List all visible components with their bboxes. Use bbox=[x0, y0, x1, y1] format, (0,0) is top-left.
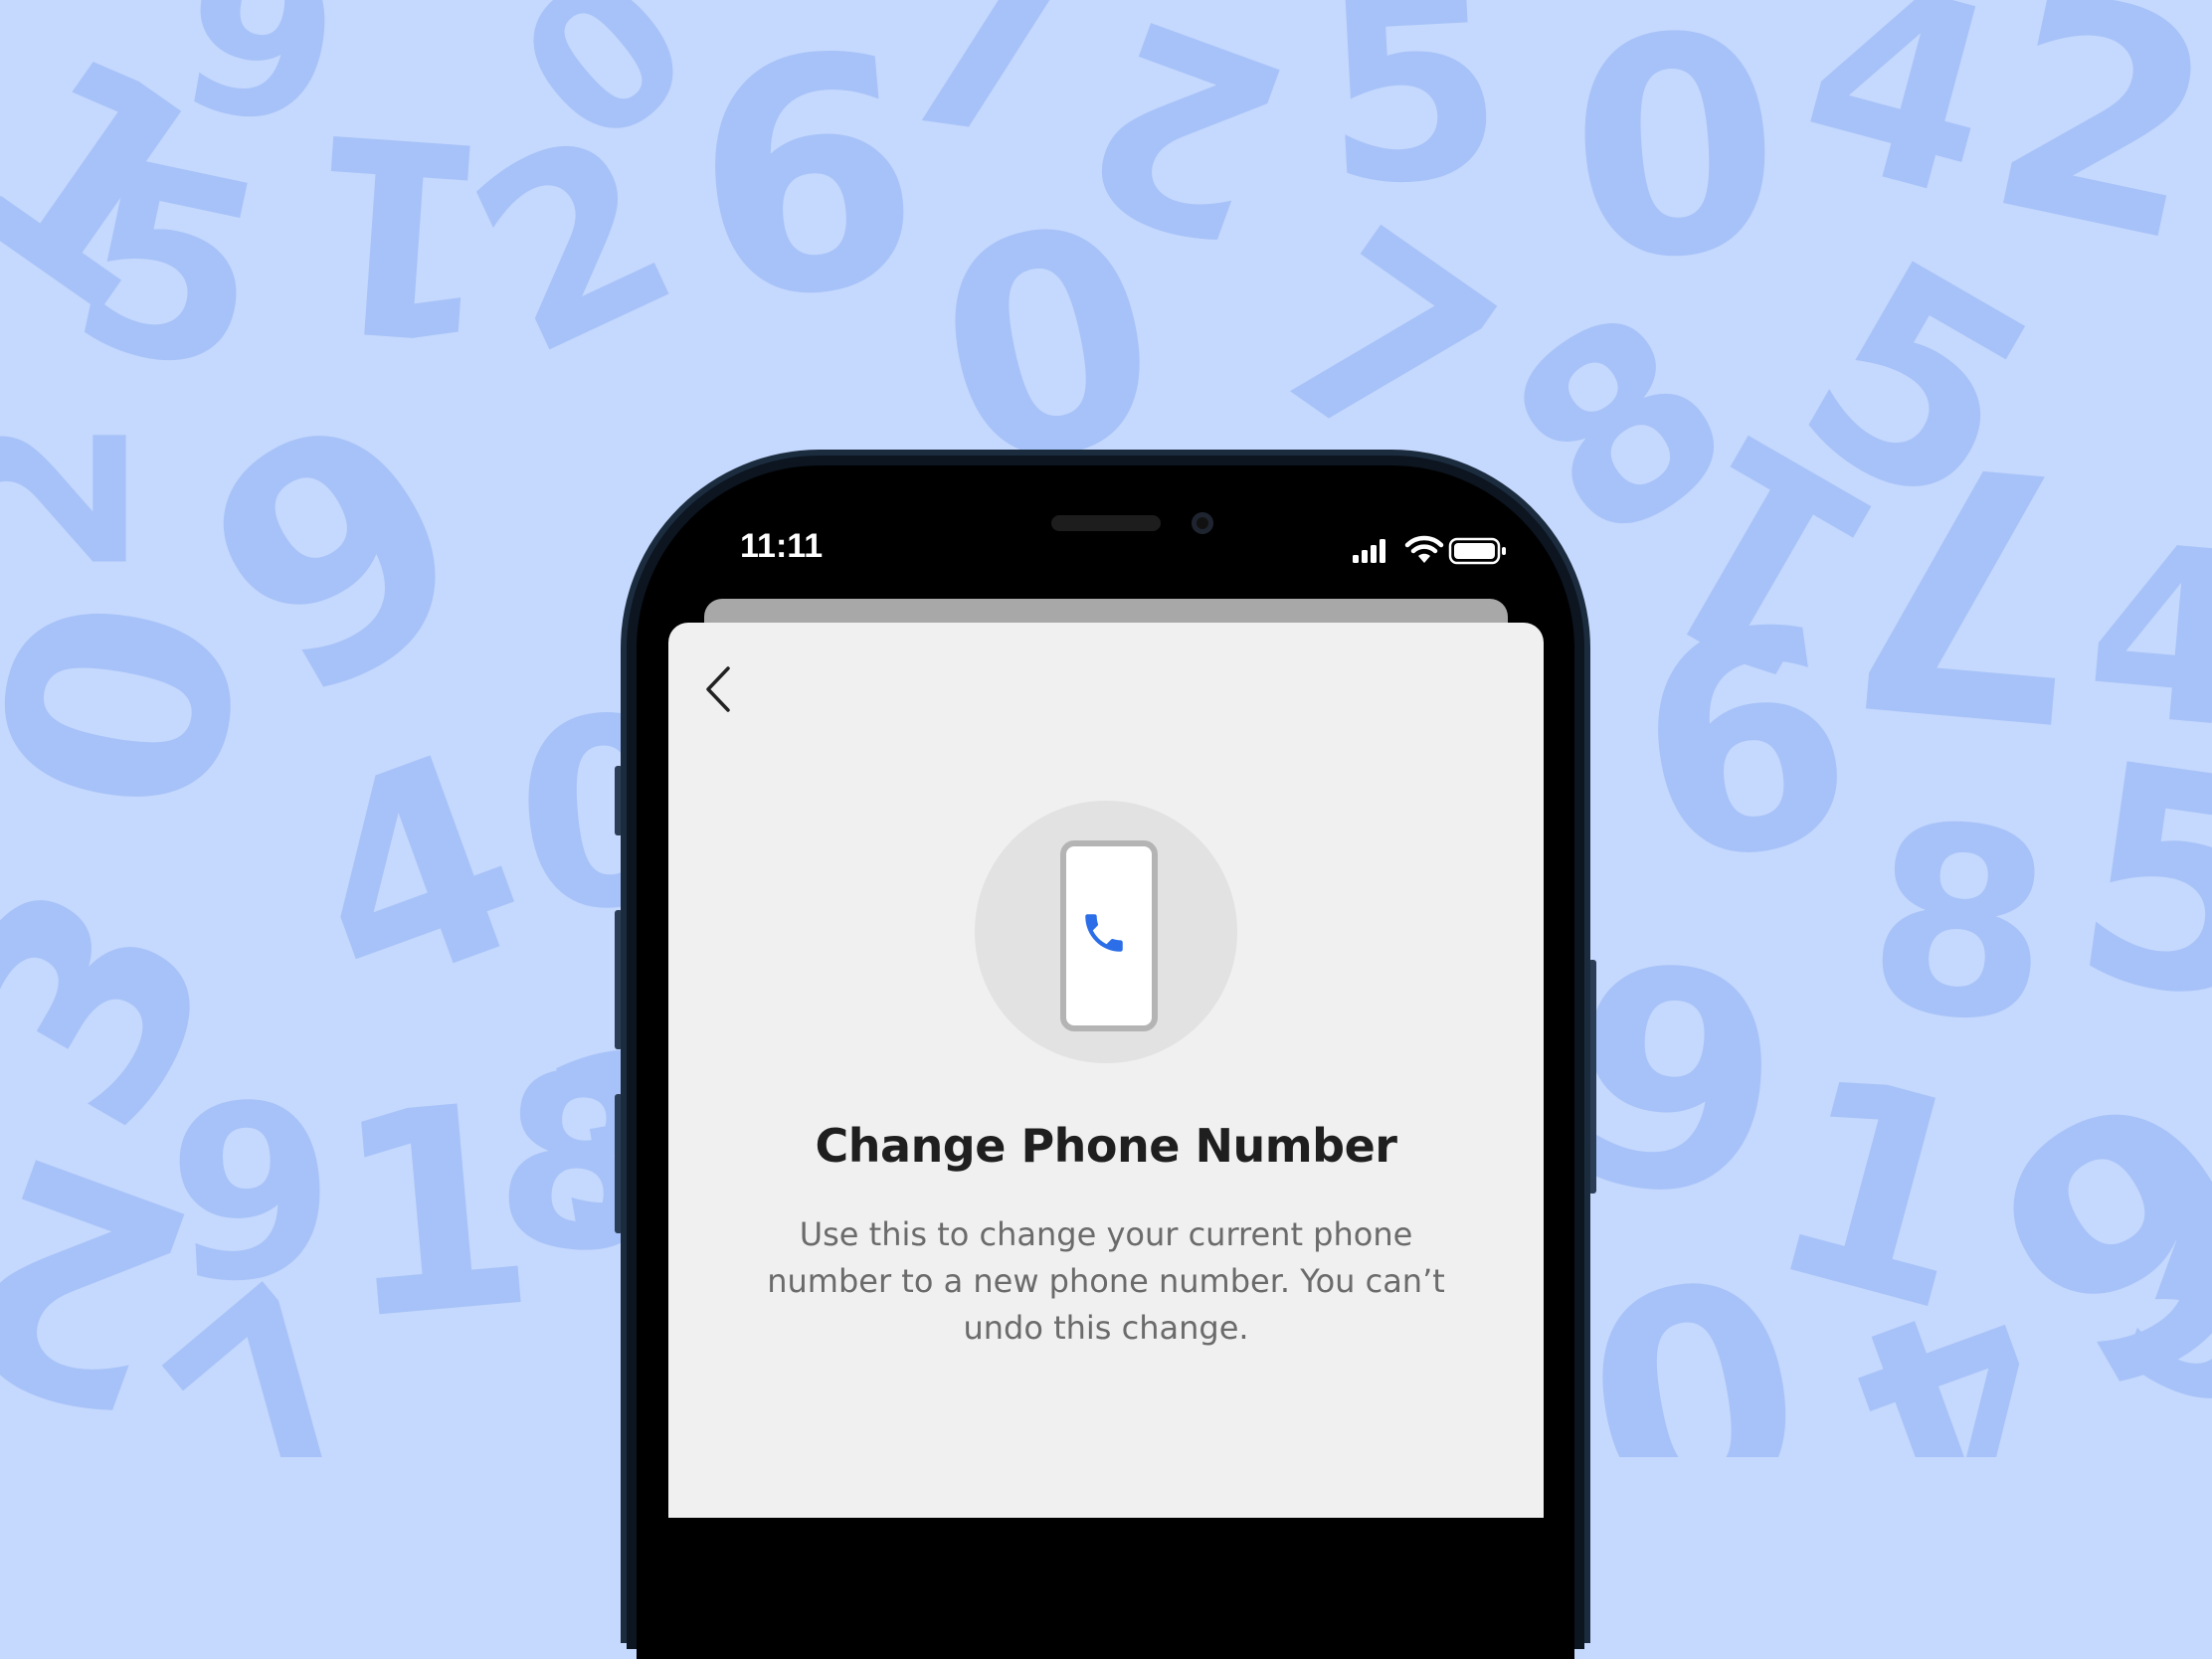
status-bar-icons bbox=[1349, 535, 1508, 567]
status-bar-time: 11:11 bbox=[740, 527, 824, 565]
back-button[interactable] bbox=[700, 662, 740, 716]
page-title: Change Phone Number bbox=[815, 1119, 1397, 1173]
bg-digit: 7 bbox=[874, 0, 1096, 202]
bg-digit: 4 bbox=[2077, 490, 2212, 783]
front-camera bbox=[1192, 512, 1213, 534]
description-line: number to a new phone number. You can’t bbox=[767, 1262, 1445, 1300]
bg-digit: 2 bbox=[1965, 0, 2212, 310]
page-description: Use this to change your current phone nu… bbox=[748, 1211, 1464, 1352]
bg-digit: 0 bbox=[1560, 0, 1791, 329]
cellular-signal-icon bbox=[1353, 539, 1385, 563]
chevron-left-icon bbox=[706, 666, 730, 712]
bg-digit: 2 bbox=[1047, 0, 1321, 301]
earpiece-speaker bbox=[1051, 515, 1161, 531]
bg-digit: 8 bbox=[1857, 767, 2063, 1083]
phone-call-icon bbox=[1085, 914, 1123, 952]
description-line: Use this to change your current phone bbox=[799, 1215, 1413, 1253]
wifi-icon bbox=[1404, 535, 1444, 563]
battery-icon bbox=[1448, 537, 1506, 565]
bg-digit: 2 bbox=[0, 415, 183, 581]
description-line: undo this change. bbox=[963, 1309, 1249, 1347]
change-number-sheet bbox=[668, 623, 1544, 1518]
